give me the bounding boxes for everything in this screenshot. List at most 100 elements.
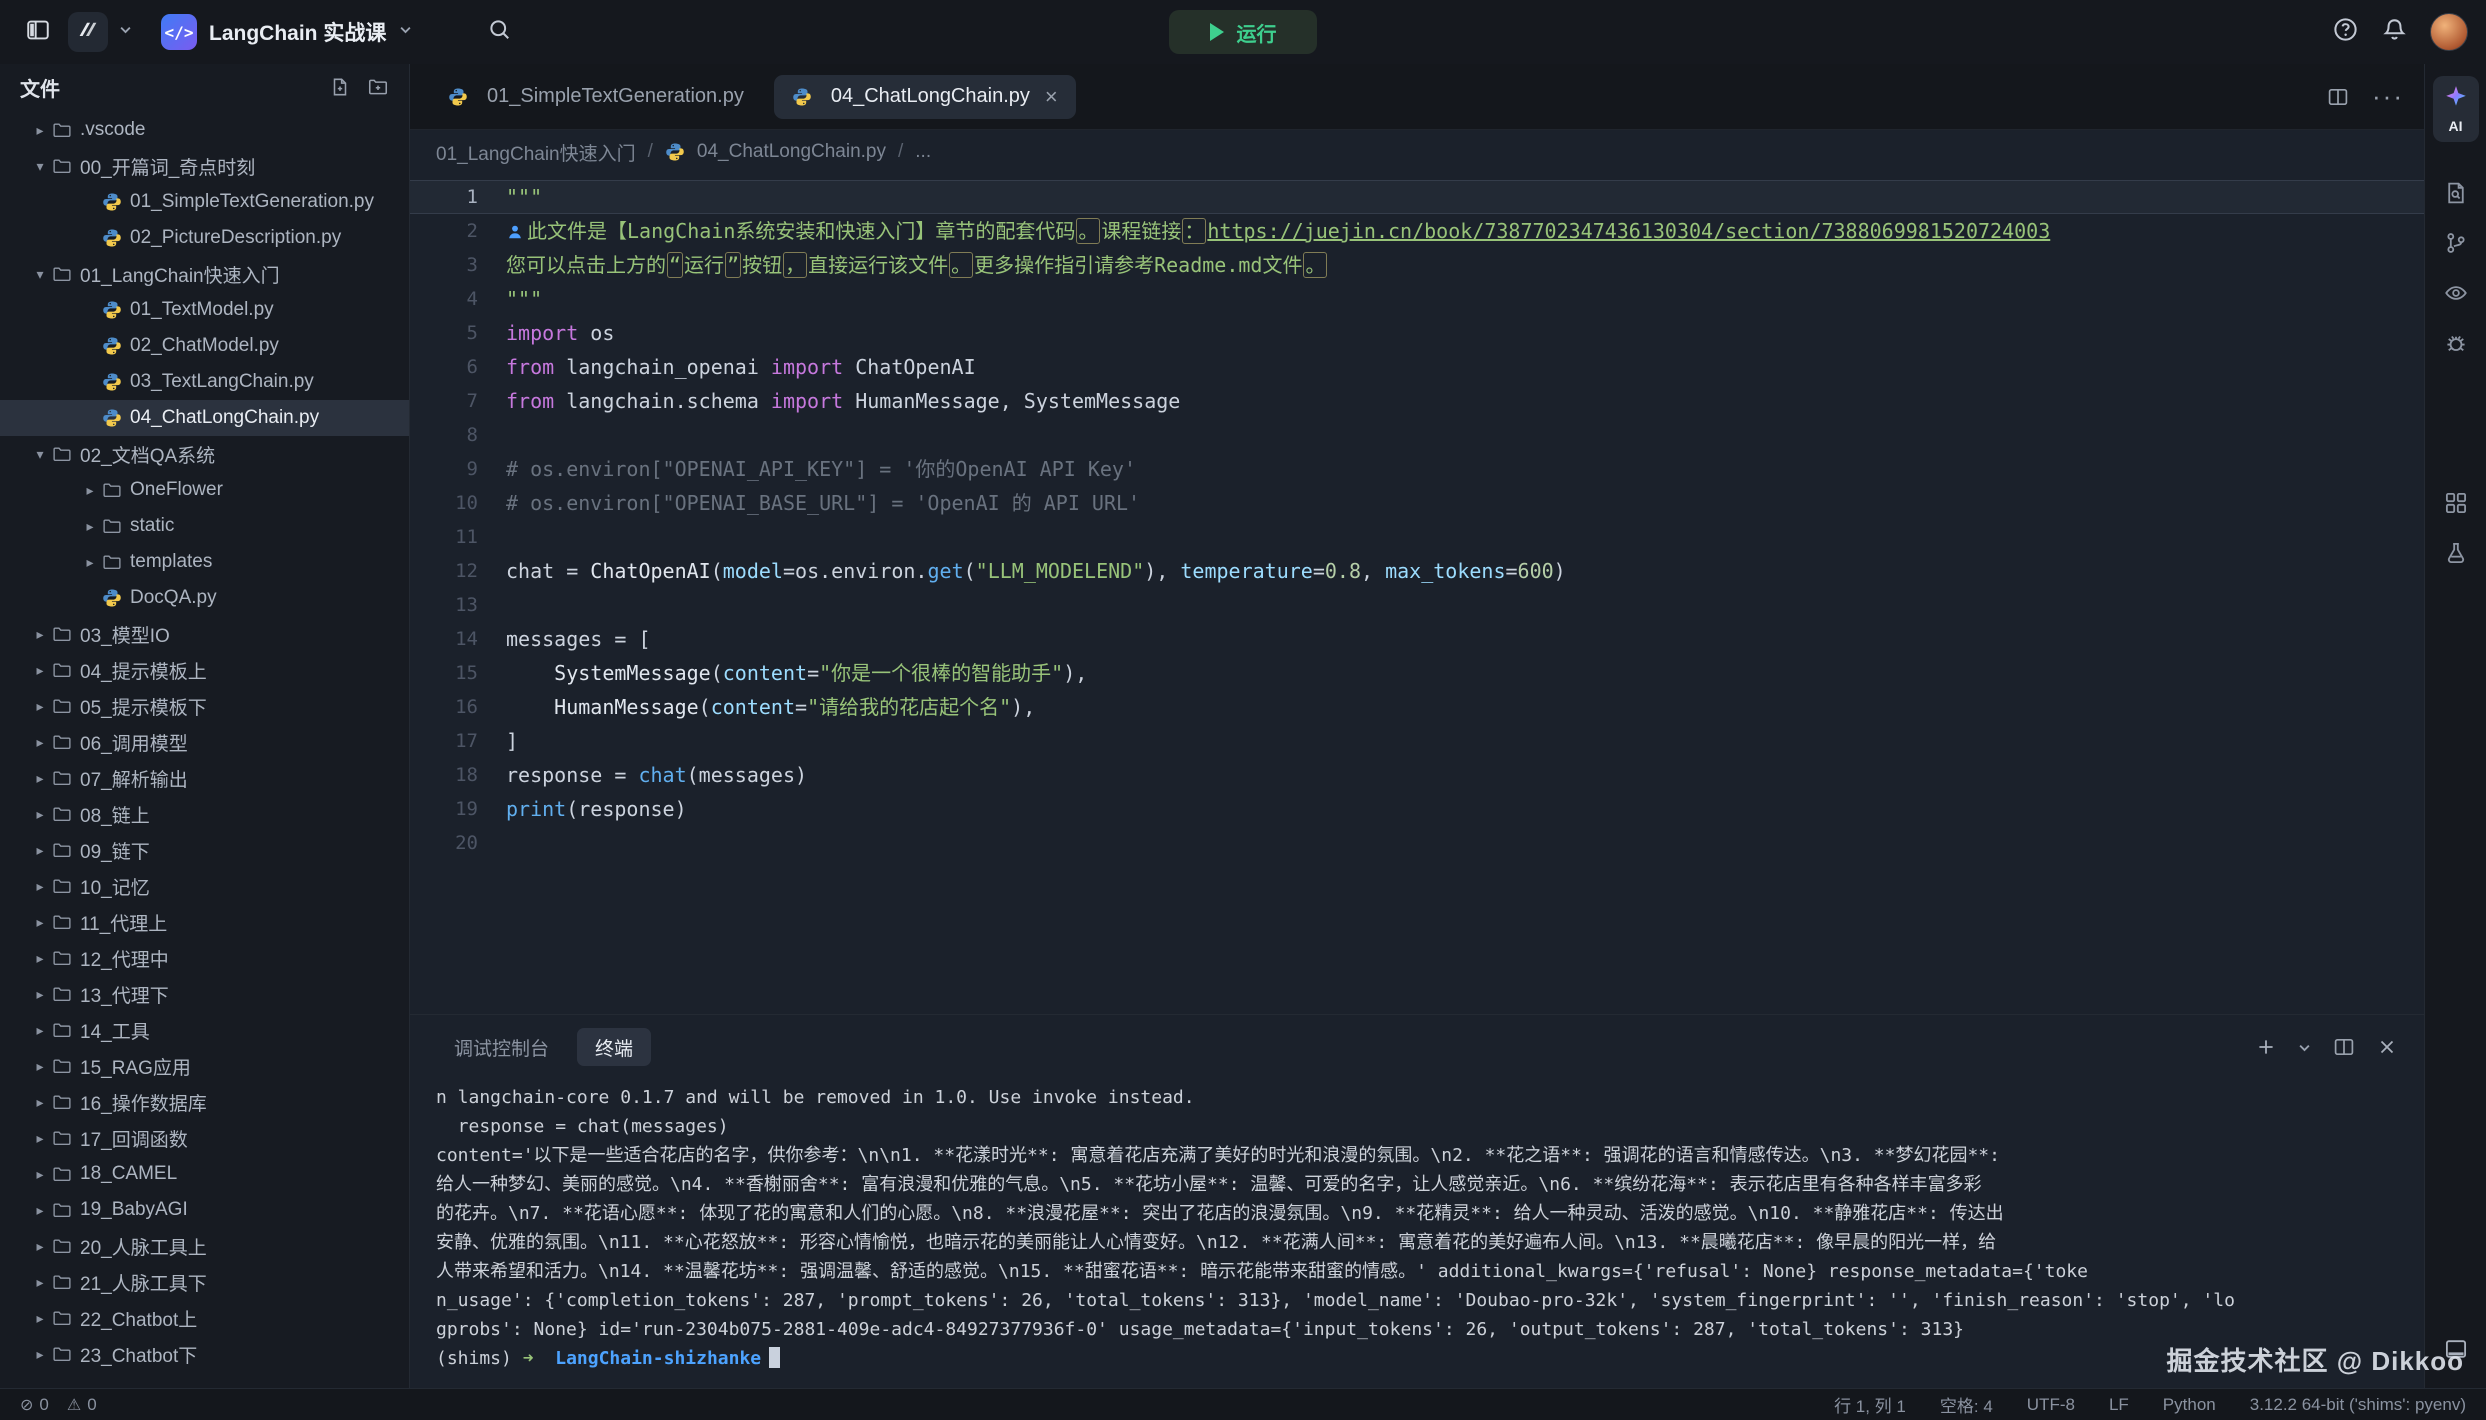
code-line[interactable]: 20	[410, 826, 2424, 860]
notifications-bell-icon[interactable]	[2381, 16, 2408, 48]
tree-folder-item[interactable]: ▸15_RAG应用	[0, 1048, 409, 1084]
tree-file-item[interactable]: 04_ChatLongChain.py	[0, 400, 409, 436]
file-search-icon[interactable]	[2443, 168, 2469, 218]
cursor-position[interactable]: 行 1, 列 1	[1834, 1392, 1906, 1417]
tree-folder-item[interactable]: ▸09_链下	[0, 832, 409, 868]
tree-folder-item[interactable]: ▸11_代理上	[0, 904, 409, 940]
tree-file-item[interactable]: 01_TextModel.py	[0, 292, 409, 328]
code-line[interactable]: 18response = chat(messages)	[410, 758, 2424, 792]
code-line[interactable]: 6from langchain_openai import ChatOpenAI	[410, 350, 2424, 384]
tree-folder-item[interactable]: ▸17_回调函数	[0, 1120, 409, 1156]
warnings-indicator[interactable]: ⚠0	[67, 1395, 97, 1415]
tree-folder-item[interactable]: ▸03_模型IO	[0, 616, 409, 652]
tree-folder-item[interactable]: ▸20_人脉工具上	[0, 1228, 409, 1264]
tree-folder-item[interactable]: ▸22_Chatbot上	[0, 1300, 409, 1336]
help-icon[interactable]	[2332, 16, 2359, 48]
code-line[interactable]: 17]	[410, 724, 2424, 758]
split-terminal-icon[interactable]	[2332, 1035, 2356, 1059]
tree-folder-item[interactable]: ▸08_链上	[0, 796, 409, 832]
terminal-output[interactable]: n langchain-core 0.1.7 and will be remov…	[410, 1079, 2424, 1388]
errors-indicator[interactable]: ⊘0	[20, 1395, 49, 1415]
language-mode[interactable]: Python	[2163, 1395, 2216, 1415]
breadcrumb-folder[interactable]: 01_LangChain快速入门	[436, 139, 636, 166]
tree-folder-item[interactable]: ▸19_BabyAGI	[0, 1192, 409, 1228]
code-line[interactable]: 7from langchain.schema import HumanMessa…	[410, 384, 2424, 418]
app-logo[interactable]	[68, 12, 108, 52]
editor-tab[interactable]: 04_ChatLongChain.py×	[774, 75, 1076, 119]
code-line[interactable]: 19print(response)	[410, 792, 2424, 826]
tree-folder-item[interactable]: ▸18_CAMEL	[0, 1156, 409, 1192]
code-link[interactable]: https://juejin.cn/book/73877023474361303…	[1207, 219, 2050, 243]
code-line[interactable]: 12chat = ChatOpenAI(model=os.environ.get…	[410, 554, 2424, 588]
project-switcher[interactable]: </> LangChain 实战课	[161, 14, 413, 50]
sidebar-toggle-button[interactable]	[18, 12, 58, 52]
breadcrumb-file[interactable]: 04_ChatLongChain.py	[697, 141, 886, 163]
tree-folder-item[interactable]: ▸OneFlower	[0, 472, 409, 508]
code-line[interactable]: 10# os.environ["OPENAI_BASE_URL"] = 'Ope…	[410, 486, 2424, 520]
tree-folder-item[interactable]: ▸23_Chatbot下	[0, 1336, 409, 1372]
close-tab-icon[interactable]: ×	[1045, 86, 1058, 108]
new-terminal-icon[interactable]	[2255, 1036, 2277, 1058]
eye-icon[interactable]	[2443, 268, 2469, 318]
code-line[interactable]: 4"""	[410, 282, 2424, 316]
user-avatar[interactable]	[2430, 13, 2468, 51]
code-line[interactable]: 5import os	[410, 316, 2424, 350]
ai-assistant-button[interactable]: AI	[2433, 76, 2479, 142]
editor-tab[interactable]: 01_SimpleTextGeneration.py	[430, 75, 762, 119]
tree-folder-item[interactable]: ▸13_代理下	[0, 976, 409, 1012]
new-folder-icon[interactable]	[367, 76, 389, 98]
split-editor-icon[interactable]	[2326, 85, 2350, 109]
run-button[interactable]: 运行	[1169, 10, 1317, 54]
code-line[interactable]: 11	[410, 520, 2424, 554]
terminal-prompt[interactable]: (shims) ➜ LangChain-shizhanke	[436, 1344, 2398, 1373]
code-line[interactable]: 1"""	[410, 180, 2424, 214]
chevron-down-icon[interactable]	[118, 22, 133, 42]
tree-file-item[interactable]: 01_SimpleTextGeneration.py	[0, 184, 409, 220]
code-line[interactable]: 2此文件是【LangChain系统安装和快速入门】章节的配套代码。课程链接：ht…	[410, 214, 2424, 248]
bug-icon[interactable]	[2443, 318, 2469, 368]
tree-file-item[interactable]: 02_ChatModel.py	[0, 328, 409, 364]
tree-folder-item[interactable]: ▸templates	[0, 544, 409, 580]
tree-file-item[interactable]: DocQA.py	[0, 580, 409, 616]
indent-setting[interactable]: 空格: 4	[1940, 1392, 1993, 1417]
flask-icon[interactable]	[2443, 528, 2469, 578]
assistant-hint-icon[interactable]	[506, 223, 524, 241]
search-button[interactable]	[479, 12, 519, 52]
tree-folder-item[interactable]: ▾00_开篇词_奇点时刻	[0, 148, 409, 184]
code-line[interactable]: 15 SystemMessage(content="你是一个很棒的智能助手"),	[410, 656, 2424, 690]
tree-folder-item[interactable]: ▸12_代理中	[0, 940, 409, 976]
breadcrumb-more[interactable]: ...	[915, 141, 931, 163]
tree-folder-item[interactable]: ▸.vscode	[0, 112, 409, 148]
tree-folder-item[interactable]: ▾01_LangChain快速入门	[0, 256, 409, 292]
code-editor[interactable]: 1"""2此文件是【LangChain系统安装和快速入门】章节的配套代码。课程链…	[410, 174, 2424, 1014]
tree-folder-item[interactable]: ▸07_解析输出	[0, 760, 409, 796]
panel-bottom-icon[interactable]	[2443, 1324, 2469, 1374]
tree-folder-item[interactable]: ▸04_提示模板上	[0, 652, 409, 688]
tree-folder-item[interactable]: ▸05_提示模板下	[0, 688, 409, 724]
code-line[interactable]: 8	[410, 418, 2424, 452]
grid-icon[interactable]	[2443, 478, 2469, 528]
terminal-dropdown-icon[interactable]	[2297, 1040, 2312, 1055]
tree-folder-item[interactable]: ▸06_调用模型	[0, 724, 409, 760]
tree-folder-item[interactable]: ▸static	[0, 508, 409, 544]
tree-file-item[interactable]: 03_TextLangChain.py	[0, 364, 409, 400]
interpreter-version[interactable]: 3.12.2 64-bit ('shims': pyenv)	[2250, 1395, 2466, 1415]
tree-folder-item[interactable]: ▸21_人脉工具下	[0, 1264, 409, 1300]
tree-folder-item[interactable]: ▸10_记忆	[0, 868, 409, 904]
code-line[interactable]: 16 HumanMessage(content="请给我的花店起个名"),	[410, 690, 2424, 724]
tree-folder-item[interactable]: ▾02_文档QA系统	[0, 436, 409, 472]
tree-file-item[interactable]: 02_PictureDescription.py	[0, 220, 409, 256]
tree-folder-item[interactable]: ▸16_操作数据库	[0, 1084, 409, 1120]
more-actions-icon[interactable]: ···	[2372, 81, 2404, 112]
close-panel-icon[interactable]	[2376, 1036, 2398, 1058]
tree-folder-item[interactable]: ▸14_工具	[0, 1012, 409, 1048]
panel-tab[interactable]: 调试控制台	[436, 1028, 567, 1066]
encoding[interactable]: UTF-8	[2027, 1395, 2075, 1415]
code-line[interactable]: 14messages = [	[410, 622, 2424, 656]
code-line[interactable]: 9# os.environ["OPENAI_API_KEY"] = '你的Ope…	[410, 452, 2424, 486]
new-file-icon[interactable]	[329, 76, 351, 98]
code-line[interactable]: 13	[410, 588, 2424, 622]
git-branch-icon[interactable]	[2443, 218, 2469, 268]
eol[interactable]: LF	[2109, 1395, 2129, 1415]
code-line[interactable]: 3您可以点击上方的“运行”按钮，直接运行该文件。更多操作指引请参考Readme.…	[410, 248, 2424, 282]
